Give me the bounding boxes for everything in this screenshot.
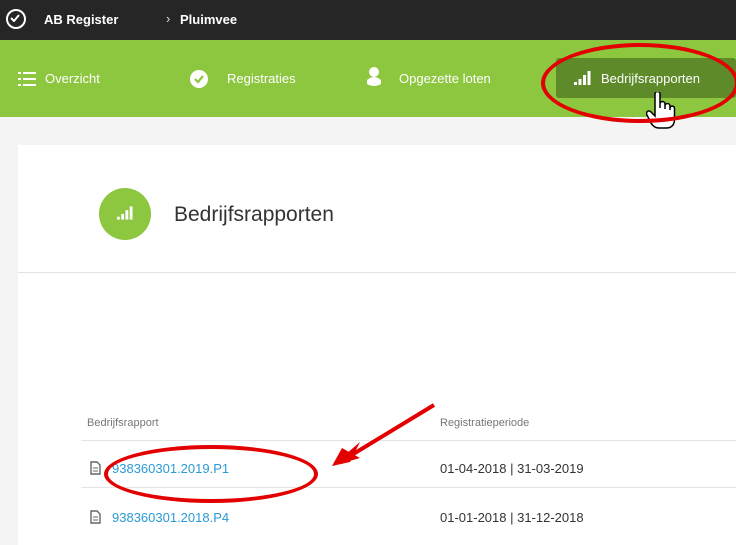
registration-period: 01-01-2018 | 31-12-2018 bbox=[440, 510, 584, 525]
page-title: Bedrijfsrapporten bbox=[174, 203, 334, 226]
column-header-report: Bedrijfsrapport bbox=[87, 417, 159, 429]
nav-label-overzicht: Overzicht bbox=[45, 71, 100, 86]
annotation-arrow-icon bbox=[332, 403, 436, 466]
nav-item-registraties[interactable]: Registraties bbox=[190, 40, 330, 117]
table-row: 938360301.2018.P4 01-01-2018 | 31-12-201… bbox=[18, 497, 736, 537]
signal-bars-icon bbox=[117, 206, 133, 220]
check-circle-icon bbox=[190, 70, 208, 88]
chick-icon bbox=[367, 67, 381, 86]
nav-item-overzicht[interactable]: Overzicht bbox=[18, 40, 148, 117]
signal-bars-icon bbox=[574, 71, 591, 85]
report-link[interactable]: 938360301.2019.P1 bbox=[112, 461, 229, 476]
registration-period: 01-04-2018 | 31-03-2019 bbox=[440, 461, 584, 476]
header-divider bbox=[18, 272, 736, 273]
hand-cursor-icon bbox=[646, 92, 676, 129]
nav-label-opgezette-loten: Opgezette loten bbox=[399, 71, 491, 86]
content-card: Bedrijfsrapporten Bedrijfsrapport Regist… bbox=[18, 145, 736, 545]
document-icon bbox=[90, 461, 101, 475]
column-header-period: Registratieperiode bbox=[440, 417, 530, 429]
nav-label-registraties: Registraties bbox=[227, 71, 296, 86]
list-icon bbox=[18, 72, 36, 86]
breadcrumb-app[interactable]: AB Register bbox=[44, 12, 118, 27]
main-nav: Overzicht Registraties Opgezette loten B… bbox=[0, 40, 736, 129]
nav-label-bedrijfsrapporten: Bedrijfsrapporten bbox=[601, 71, 700, 86]
breadcrumb-section[interactable]: Pluimvee bbox=[180, 12, 237, 27]
report-link[interactable]: 938360301.2018.P4 bbox=[112, 510, 229, 525]
breadcrumb-separator: › bbox=[166, 11, 171, 26]
document-icon bbox=[90, 510, 101, 524]
app-logo-check-icon[interactable] bbox=[6, 9, 26, 29]
page-header-icon bbox=[99, 188, 151, 240]
top-bar: AB Register › Pluimvee bbox=[0, 0, 736, 40]
nav-item-opgezette-loten[interactable]: Opgezette loten bbox=[366, 40, 536, 117]
row-divider bbox=[81, 487, 736, 488]
